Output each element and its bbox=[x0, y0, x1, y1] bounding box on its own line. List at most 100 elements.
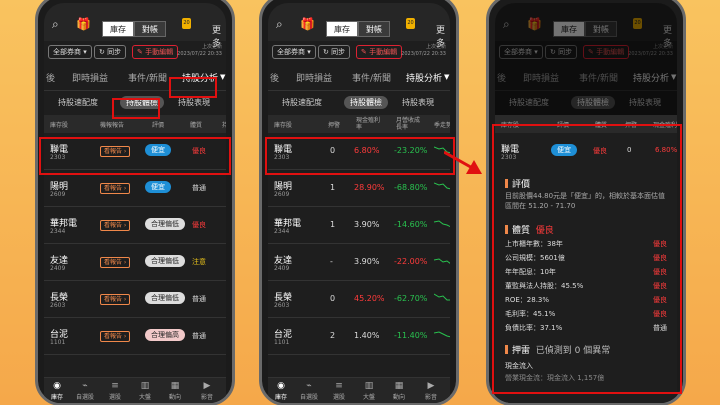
table-row[interactable]: 友達 2409 看報告 › 合理偏低 注意 - bbox=[44, 244, 226, 281]
report-button[interactable]: 看報告 › bbox=[100, 331, 131, 342]
tab-prev[interactable]: 後 bbox=[46, 71, 55, 84]
seg-statement[interactable]: 對帳 bbox=[358, 21, 390, 37]
col-yield[interactable]: 現金殖利率 bbox=[356, 117, 382, 131]
nav-watchlist[interactable]: ⌁ 自選股 bbox=[72, 381, 98, 401]
edit-icon: ✎ bbox=[137, 48, 146, 56]
phone-3: ⌕ 🎁 庫存 對帳 20 更多 全部券商 ▾ ↻ 同步 ✎ 手動編輯 上次更新2… bbox=[486, 0, 686, 405]
table-row[interactable]: 華邦電 2344 看報告 › 合理偏低 優良 1 bbox=[44, 207, 226, 244]
selected-stock-row[interactable]: 聯電 2303 便宜 優良 0 6.80% bbox=[495, 133, 677, 170]
health-label: 普通 bbox=[192, 184, 206, 192]
nav-market[interactable]: ▥ 大盤 bbox=[132, 381, 158, 401]
stock-code: 1101 bbox=[50, 339, 66, 346]
subtab-checkup[interactable]: 持股體檢 bbox=[344, 96, 388, 109]
health-label: 注意 bbox=[192, 258, 206, 266]
manual-edit-button[interactable]: ✎ 手動編輯 bbox=[356, 45, 403, 59]
chevron-down-icon[interactable]: ▼ bbox=[444, 73, 449, 81]
nav-video[interactable]: ▶ 影音 bbox=[418, 381, 444, 401]
tab-realtime[interactable]: 即時損益 bbox=[72, 71, 108, 84]
growth-value: -11.40% bbox=[394, 331, 428, 340]
notification-badge[interactable]: 20 bbox=[182, 18, 191, 29]
tool-row: 全部券商 ▾ ↻ 同步 ✎ 手動編輯 上次更新2023/07/22 20:33 bbox=[268, 41, 450, 65]
tab-realtime[interactable]: 即時損益 bbox=[296, 71, 332, 84]
report-button[interactable]: 看報告 › bbox=[100, 220, 131, 231]
gift-icon[interactable]: 🎁 bbox=[300, 17, 315, 31]
seg-inventory[interactable]: 庫存 bbox=[326, 21, 358, 37]
nav-screener[interactable]: ≡ 選股 bbox=[326, 381, 352, 401]
table-header: 庫存股 評價 體質 押警 現金殖利率 bbox=[495, 115, 677, 133]
tab-prev[interactable]: 後 bbox=[270, 71, 279, 84]
growth-value: -22.00% bbox=[394, 257, 428, 266]
chevron-down-icon[interactable]: ▼ bbox=[220, 73, 225, 81]
dim-overlay[interactable] bbox=[495, 3, 677, 115]
search-icon[interactable]: ⌕ bbox=[276, 17, 283, 32]
table-row[interactable]: 華邦電 2344 1 3.90% -14.60% bbox=[268, 207, 450, 244]
view-segment[interactable]: 庫存 對帳 bbox=[326, 21, 390, 37]
table-row[interactable]: 長榮 2603 0 45.20% -62.70% bbox=[268, 281, 450, 318]
report-button[interactable]: 看報告 › bbox=[100, 146, 131, 157]
table-row[interactable]: 陽明 2609 1 28.90% -68.80% bbox=[268, 170, 450, 207]
video-icon: ▶ bbox=[203, 381, 211, 391]
yield-value: 3.90% bbox=[354, 220, 380, 229]
nav-inventory[interactable]: ◉ 庫存 bbox=[44, 381, 70, 401]
nav-video[interactable]: ▶ 影音 bbox=[194, 381, 220, 401]
col-hold[interactable]: 持 bbox=[222, 120, 226, 129]
tab-news[interactable]: 事件/新聞 bbox=[128, 71, 167, 84]
stock-code: 2609 bbox=[274, 191, 290, 198]
col-stock[interactable]: 庫存股 bbox=[50, 120, 68, 129]
screen-1: ⌕ 🎁 庫存 對帳 20 更多 全部券商 ▾ ↻ 同步 ✎ 手動編輯 上次更新 2… bbox=[44, 3, 226, 403]
tab-analysis[interactable]: 持股分析 bbox=[182, 71, 218, 84]
col-report[interactable]: 機報報告 bbox=[100, 120, 124, 129]
report-button[interactable]: 看報告 › bbox=[100, 294, 131, 305]
nav-trend[interactable]: ▦ 動向 bbox=[386, 381, 412, 401]
valuation-pill: 合理偏低 bbox=[145, 218, 185, 230]
tab-analysis[interactable]: 持股分析 bbox=[406, 71, 442, 84]
stock-code: 2303 bbox=[50, 154, 66, 161]
seg-statement[interactable]: 對帳 bbox=[134, 21, 166, 37]
col-quarter[interactable]: 季走勢 bbox=[434, 120, 450, 129]
nav-inventory[interactable]: ◉ 庫存 bbox=[268, 381, 294, 401]
subtab-performance[interactable]: 持股表現 bbox=[396, 96, 440, 109]
table-row[interactable]: 台泥 1101 看報告 › 合理偏高 普通 1 bbox=[44, 318, 226, 355]
trend-icon: ▦ bbox=[394, 381, 404, 391]
table-row[interactable]: 聯電 2303 看報告 › 便宜 優良 1 bbox=[44, 133, 226, 170]
bottom-nav: ◉ 庫存 ⌁ 自選股 ≡ 選股 ▥ 大盤 ▦ 動向 ▶ 影音 bbox=[268, 377, 450, 403]
nav-trend[interactable]: ▦ 動向 bbox=[162, 381, 188, 401]
alert-count: 0 bbox=[330, 294, 336, 303]
col-health[interactable]: 體質 bbox=[190, 120, 202, 129]
sync-button[interactable]: ↻ 同步 bbox=[318, 45, 351, 59]
report-button[interactable]: 看報告 › bbox=[100, 257, 131, 268]
subtab-checkup[interactable]: 持股體檢 bbox=[120, 96, 164, 109]
manual-edit-button[interactable]: ✎ 手動編輯 bbox=[132, 45, 179, 59]
sync-button[interactable]: ↻ 同步 bbox=[94, 45, 127, 59]
table-row[interactable]: 長榮 2603 看報告 › 合理偏低 普通 1 bbox=[44, 281, 226, 318]
seg-inventory[interactable]: 庫存 bbox=[102, 21, 134, 37]
table-row[interactable]: 聯電 2303 0 6.80% -23.20% bbox=[268, 133, 450, 170]
col-valuation[interactable]: 評價 bbox=[152, 120, 164, 129]
nav-market[interactable]: ▥ 大盤 bbox=[356, 381, 382, 401]
table-row[interactable]: 陽明 2609 看報告 › 便宜 普通 1 bbox=[44, 170, 226, 207]
account-select[interactable]: 全部券商 ▾ bbox=[48, 45, 92, 59]
table-header: 庫存股 押警 現金殖利率 月營收成長率 季走勢 bbox=[268, 115, 450, 133]
gift-icon[interactable]: 🎁 bbox=[76, 17, 91, 31]
report-button[interactable]: 看報告 › bbox=[100, 183, 131, 194]
nav-screener[interactable]: ≡ 選股 bbox=[102, 381, 128, 401]
col-alerts[interactable]: 押警 bbox=[328, 120, 340, 129]
search-icon[interactable]: ⌕ bbox=[52, 17, 59, 32]
alert-count: 1 bbox=[330, 220, 336, 229]
sub-tabs: 持股速配度 持股體檢 持股表現 bbox=[44, 91, 226, 115]
stock-code: 2344 bbox=[50, 228, 66, 235]
subtab-match[interactable]: 持股速配度 bbox=[276, 96, 328, 109]
subtab-performance[interactable]: 持股表現 bbox=[172, 96, 216, 109]
account-select[interactable]: 全部券商 ▾ bbox=[272, 45, 316, 59]
table-row[interactable]: 友達 2409 - 3.90% -22.00% bbox=[268, 244, 450, 281]
view-segment[interactable]: 庫存 對帳 bbox=[102, 21, 166, 37]
subtab-match[interactable]: 持股速配度 bbox=[52, 96, 104, 109]
tab-news[interactable]: 事件/新聞 bbox=[352, 71, 391, 84]
col-growth[interactable]: 月營收成長率 bbox=[396, 117, 422, 131]
notification-badge[interactable]: 20 bbox=[406, 18, 415, 29]
nav-watchlist[interactable]: ⌁ 自選股 bbox=[296, 381, 322, 401]
table-row[interactable]: 台泥 1101 2 1.40% -11.40% bbox=[268, 318, 450, 355]
chart-icon: ⌁ bbox=[306, 381, 312, 391]
yield-value: 28.90% bbox=[354, 183, 385, 192]
col-stock[interactable]: 庫存股 bbox=[274, 120, 292, 129]
